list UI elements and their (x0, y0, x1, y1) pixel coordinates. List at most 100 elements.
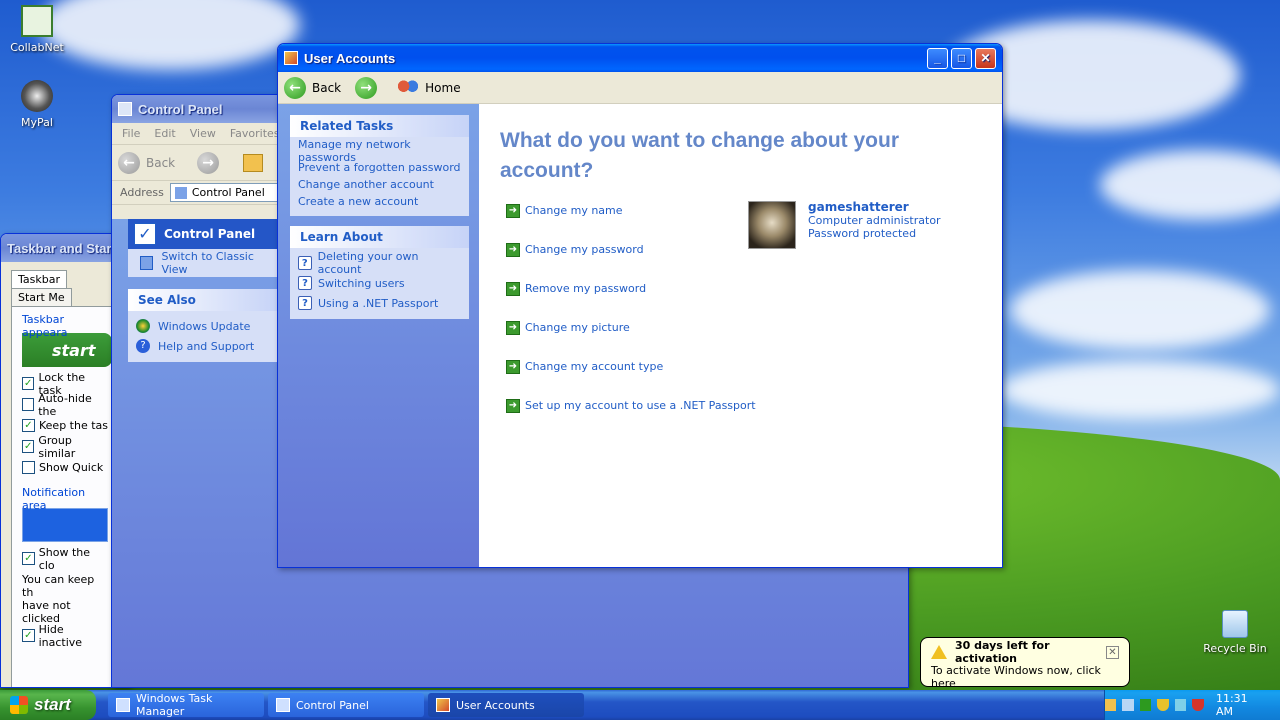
user-accounts-toolbar: ← Back → Home (278, 72, 1002, 104)
checkbox-show-quick-launch[interactable]: Show Quick (22, 457, 108, 478)
user-accounts-icon (436, 698, 450, 712)
checkbox-checked: ✓ (22, 552, 35, 565)
recycle-bin-icon (1222, 610, 1248, 638)
switch-to-classic-view-link[interactable]: Switch to Classic View (128, 249, 278, 277)
wallpaper-cloud (1000, 360, 1280, 420)
see-also-box: See Also Windows Update ? Help and Suppo… (128, 289, 278, 362)
learn-about-heading: Learn About (290, 226, 469, 248)
control-panel-icon (118, 102, 132, 116)
user-accounts-titlebar[interactable]: User Accounts _ □ ✕ (278, 44, 1002, 72)
green-arrow-icon: ➜ (506, 281, 520, 296)
desktop-icon-mypal[interactable]: MyPal (2, 80, 72, 129)
tab-taskbar[interactable]: Taskbar (11, 270, 67, 288)
user-accounts-icon (284, 51, 298, 65)
checkbox-show-clock[interactable]: ✓ Show the clo (22, 546, 108, 572)
action-link[interactable]: ➜ Remove my password (506, 269, 746, 308)
home-button-label[interactable]: Home (425, 81, 460, 95)
checkbox-checked: ✓ (22, 419, 35, 432)
window-title: User Accounts (304, 50, 396, 66)
green-arrow-icon: ➜ (506, 398, 520, 413)
checkbox-auto-hide[interactable]: Auto-hide the (22, 392, 108, 418)
switch-view-icon (140, 256, 154, 270)
close-button[interactable]: ✕ (975, 47, 996, 69)
desktop-icon-label: Recycle Bin (1203, 642, 1267, 655)
help-and-support-link[interactable]: ? Help and Support (136, 336, 270, 356)
help-icon: ? (136, 339, 150, 353)
menu-edit[interactable]: Edit (154, 127, 175, 140)
activation-key-icon[interactable] (1104, 699, 1117, 711)
back-button-label[interactable]: Back (146, 156, 175, 170)
desktop-icon-label: MyPal (21, 116, 53, 129)
action-link[interactable]: ➜ Change my password (506, 230, 746, 269)
balloon-text[interactable]: To activate Windows now, click here (931, 664, 1119, 690)
activation-balloon[interactable]: 30 days left for activation ✕ To activat… (920, 637, 1130, 690)
system-tray: 11:31 AM (1104, 690, 1280, 720)
back-button-label[interactable]: Back (312, 81, 341, 95)
back-arrow-icon[interactable]: ← (118, 151, 140, 174)
forward-arrow-icon[interactable]: → (197, 151, 220, 174)
desktop-icon-collabnet[interactable]: CollabNet (2, 5, 72, 54)
checkbox-hide-inactive[interactable]: ✓ Hide inactive (22, 623, 108, 649)
note-text: You can keep th have not clicked (22, 573, 95, 625)
checkbox-unchecked (22, 398, 35, 411)
back-arrow-icon[interactable]: ← (284, 76, 306, 99)
action-link[interactable]: ➜ Change my account type (506, 347, 746, 386)
section-notification-area: Notification area (22, 486, 86, 512)
user-role: Computer administrator (808, 214, 941, 227)
windows-logo-icon (10, 696, 28, 714)
start-button[interactable]: start (0, 690, 96, 720)
taskbar-item-control-panel[interactable]: Control Panel (268, 693, 424, 717)
user-accounts-body: Related Tasks Manage my network password… (278, 104, 1002, 567)
clock[interactable]: 11:31 AM (1216, 692, 1266, 718)
menu-view[interactable]: View (190, 127, 216, 140)
related-task-link[interactable]: Manage my network passwords (298, 138, 461, 164)
taskbar-item-task-manager[interactable]: Windows Task Manager (108, 692, 264, 718)
learn-about-link[interactable]: ? Switching users (298, 273, 461, 293)
alert-shield-icon[interactable] (1192, 699, 1204, 711)
monitor-icon[interactable] (1174, 699, 1187, 711)
section-taskbar-appearance: Taskbar appeara (22, 313, 68, 339)
minimize-button[interactable]: _ (927, 47, 948, 69)
checkbox-checked: ✓ (22, 440, 35, 453)
status-icon[interactable] (1139, 699, 1152, 711)
windows-update-icon (136, 319, 150, 333)
learn-about-link[interactable]: ? Using a .NET Passport (298, 293, 461, 313)
folder-up-icon[interactable] (243, 153, 264, 172)
user-name: gameshatterer (808, 200, 909, 214)
action-link[interactable]: ➜ Change my name (506, 191, 746, 230)
learn-about-link[interactable]: ? Deleting your own account (298, 250, 461, 276)
green-arrow-icon: ➜ (506, 359, 520, 374)
balloon-close-button[interactable]: ✕ (1106, 645, 1119, 659)
taskbar-item-user-accounts[interactable]: User Accounts (428, 693, 584, 717)
control-panel-heading: ✓ Control Panel (128, 219, 278, 249)
related-tasks-box: Related Tasks Manage my network password… (290, 115, 469, 216)
green-arrow-icon: ➜ (506, 242, 520, 257)
task-manager-icon (116, 698, 130, 712)
action-link[interactable]: ➜ Set up my account to use a .NET Passpor… (506, 386, 766, 425)
page-title: What do you want to change about your ac… (500, 129, 899, 182)
maximize-button[interactable]: □ (951, 47, 972, 69)
checkbox-group-similar[interactable]: ✓ Group similar (22, 434, 108, 460)
menu-file[interactable]: File (122, 127, 140, 140)
user-accounts-taskpane: Related Tasks Manage my network password… (278, 104, 479, 567)
related-task-link[interactable]: Create a new account (298, 193, 461, 210)
desktop-icon-recycle-bin[interactable]: Recycle Bin (1200, 610, 1270, 655)
forward-arrow-icon[interactable]: → (355, 76, 378, 99)
warning-icon (931, 645, 947, 659)
tab-start-menu[interactable]: Start Me (11, 288, 72, 306)
home-users-icon[interactable] (397, 78, 420, 97)
mypal-icon (21, 80, 53, 112)
help-topic-icon: ? (298, 276, 312, 290)
action-list: ➜ Change my name ➜ Change my password ➜ Rem… (506, 191, 756, 425)
avatar[interactable] (748, 201, 796, 249)
windows-update-link[interactable]: Windows Update (136, 316, 270, 336)
related-task-link[interactable]: Change another account (298, 176, 461, 193)
help-topic-icon: ? (298, 296, 312, 310)
action-link[interactable]: ➜ Change my picture (506, 308, 746, 347)
menu-favorites[interactable]: Favorites (230, 127, 280, 140)
related-task-link[interactable]: Prevent a forgotten password (298, 159, 461, 176)
taskbar-properties-titlebar[interactable]: Taskbar and Start (1, 234, 129, 262)
network-icon[interactable] (1122, 699, 1134, 711)
security-shield-icon[interactable] (1157, 699, 1169, 711)
control-panel-taskbox: ✓ Control Panel Switch to Classic View (128, 219, 278, 277)
